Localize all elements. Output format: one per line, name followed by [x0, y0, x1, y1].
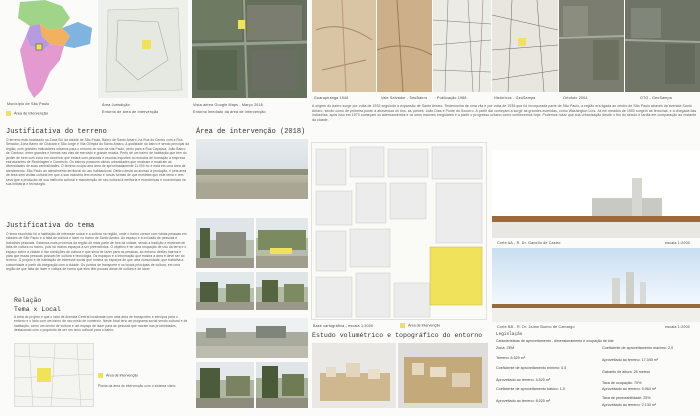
- corte-aa-drawing: [492, 150, 700, 238]
- historic-map-seubairro: [377, 0, 432, 92]
- relacao-legend-swatch: [98, 373, 103, 378]
- street-photo-2: [196, 218, 254, 268]
- relacao-legend: Área de intervenção: [98, 373, 138, 378]
- legend-swatch: [6, 111, 11, 116]
- street-photo-3: [256, 218, 308, 268]
- street-photo-8: [256, 362, 308, 408]
- legislacao-taxa-ocup: Taxa de ocupação: 70%: [602, 381, 642, 385]
- municipio-caption: Município de São Paulo: [7, 102, 50, 106]
- legislacao-aprov-ocup: Aproveitado ao terreno: 5.964 m²: [602, 387, 657, 391]
- relacao-subtitle: Tema x Local: [14, 306, 61, 313]
- mapa-legend-swatch: [400, 323, 405, 328]
- maquete-photo-1: [312, 343, 396, 408]
- legislacao-aprov-min: Aproveitado ao terreno: 4.520 m²: [496, 378, 551, 382]
- history-caption-6: GTO - GeoSampa: [640, 96, 672, 100]
- relacao-caption: Planta da área de intervenção com o sist…: [98, 384, 176, 388]
- mapa-legend: Área de intervenção: [400, 323, 440, 328]
- vista-aerea-photo: [192, 0, 307, 98]
- street-photo-5: [256, 272, 308, 310]
- area-intervencao-title: Área de intervenção (2018): [196, 128, 306, 136]
- legislacao-gabarito: Gabarito de altura: 28 metros: [602, 370, 650, 374]
- gto-geosampa-photo: [625, 0, 700, 92]
- entorno-imediato-caption: Entorno imediato da área de intervenção: [193, 110, 266, 114]
- maquete-photo-2: [398, 343, 488, 408]
- relacao-legend-label: Área de intervenção: [106, 373, 139, 378]
- corte-aa-label: Corte AA - R. Dr. Ganello de Castro: [497, 241, 561, 245]
- vista-aerea-caption: Vista aérea Google Maps - Março 2018: [193, 103, 263, 107]
- relacao-title: Relação: [14, 297, 42, 304]
- corte-bb-label: Corte BB - R. Dr. Jaime Bueno de Camargo: [497, 325, 575, 329]
- history-caption-3: Publicação 1988: [437, 96, 467, 100]
- legislacao-zona: Zona: ZEM: [496, 346, 515, 350]
- historic-map-1944: [312, 0, 376, 92]
- history-caption-5: Ortofoto 2004: [563, 96, 588, 100]
- justificativa-terreno-text: O terreno está localizado na Zona Sul da…: [6, 138, 189, 187]
- historic-map-1988: [433, 0, 491, 92]
- corte-bb-scale: escala 1:2000: [665, 325, 690, 329]
- legislacao-coef-bas: Coeficiente de aproveitamento básico: 1,…: [496, 387, 565, 391]
- legislacao-subtitle: Características de aproveitamento - dime…: [496, 339, 614, 343]
- history-caption-1: Guarapiranga 1944: [314, 96, 349, 100]
- corte-aa-scale: escala 1:2000: [665, 241, 690, 245]
- corte-bb-drawing: [492, 248, 700, 322]
- area-intervencao-legend: Área de intervenção: [6, 111, 48, 116]
- area-jurisdicao-map: [98, 0, 188, 98]
- legislacao-aprov-bas: Aproveitado ao terreno: 8.520 m²: [496, 399, 551, 403]
- history-text: A origem do bairro surge por volta de 19…: [312, 104, 697, 123]
- street-photo-1: [196, 139, 308, 199]
- legislacao-table: Legislação Características de aproveitam…: [494, 330, 700, 416]
- legislacao-title: Legislação: [496, 332, 523, 337]
- justificativa-tema-text: O tema escolhido foi a habitação de inte…: [6, 232, 187, 272]
- entorno-caption: Entorno de área de intervenção: [102, 110, 159, 114]
- relacao-text: A área do projeto é que o lado de Avenid…: [14, 315, 188, 333]
- mapa-legend-label: Área de intervenção: [408, 323, 441, 328]
- legislacao-aprov-max: Aproveitado ao terreno: 17.040 m²: [602, 358, 659, 362]
- street-photo-6: [196, 318, 308, 358]
- justificativa-terreno-title: Justificativa do terreno: [6, 128, 107, 136]
- legislacao-terreno: Terreno: 8.520 m²: [496, 356, 526, 360]
- legend-label: Área de intervenção: [14, 111, 48, 116]
- street-photo-4: [196, 272, 254, 310]
- history-caption-2: Vale Salvador - SeuBairro: [381, 96, 428, 100]
- relacao-plan-map: [14, 343, 94, 407]
- mapa-caption: Base cartográfica - escala 1:3000: [313, 324, 374, 328]
- base-cartografica-map: [311, 142, 487, 320]
- ortofoto-2004: [559, 0, 624, 92]
- history-caption-4: Históricos - GeoSampa: [494, 96, 536, 100]
- legislacao-taxa-perm: Taxa de permeabilidade: 25%: [602, 396, 651, 400]
- legislacao-coef-max: Coeficiente de aproveitamento máximo: 2,…: [602, 346, 674, 350]
- legislacao-coef-min: Coeficiente de aproveitamento mínimo: 0,…: [496, 366, 567, 370]
- street-photo-7: [196, 362, 254, 408]
- sao-paulo-region-map: [0, 0, 98, 100]
- estudo-title: Estudo volumétrico e topográfico do ento…: [312, 332, 483, 339]
- justificativa-tema-title: Justificativa do tema: [6, 222, 95, 230]
- area-juris-caption: Área Jurisdição: [102, 103, 130, 107]
- legislacao-aprov-perm: Aproveitado ao terreno: 2.130 m²: [602, 403, 657, 407]
- historic-map-geosampa: [492, 0, 558, 92]
